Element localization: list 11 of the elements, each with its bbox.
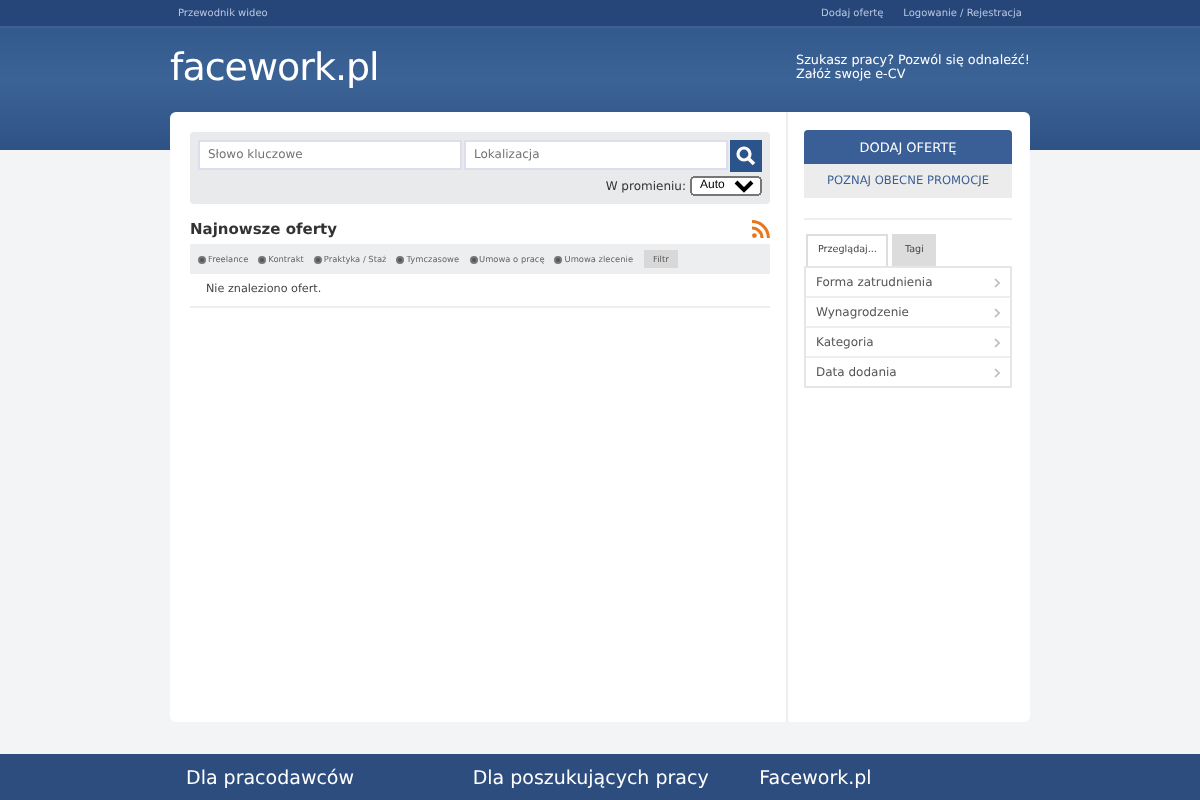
footer-heading: Dla pracodawców [184,768,357,790]
chevron-icon [994,337,1000,347]
chevron-icon [994,367,1000,377]
footer-heading: Facework.pl [757,768,874,790]
footer-heading: Dla poszukujących pracy [470,768,711,790]
chevron-icon [994,307,1000,317]
logo[interactable]: facework.pl [170,46,379,90]
search-icon [736,146,756,166]
search-button[interactable] [730,140,762,172]
chevron-icon [994,277,1000,287]
rss-icon[interactable] [752,220,770,238]
